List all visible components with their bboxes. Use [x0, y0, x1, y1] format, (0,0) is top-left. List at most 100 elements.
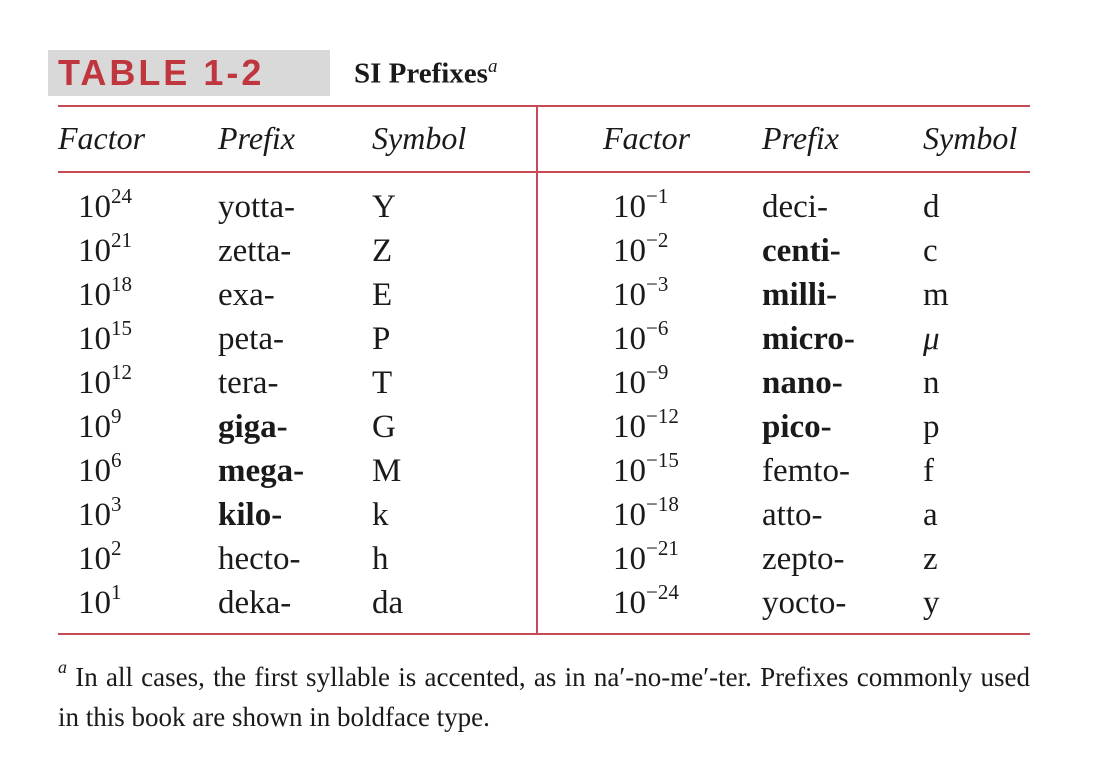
factor-base: 10: [78, 277, 111, 313]
symbol-cell: G: [372, 409, 396, 445]
factor-exponent: −18: [646, 492, 679, 516]
factor-exponent: 21: [111, 228, 132, 252]
factor-cell: 10−21: [613, 536, 679, 583]
factor-exponent: 2: [111, 536, 122, 560]
prefix-cell: kilo-: [218, 497, 283, 533]
factor-cell: 1012: [78, 360, 132, 407]
factor-exponent: 1: [111, 580, 122, 604]
symbol-cell: P: [372, 321, 391, 357]
prefix-cell: nano-: [762, 365, 843, 401]
prefix-cell: tera-: [218, 365, 279, 401]
factor-exponent: 18: [111, 272, 132, 296]
factor-cell: 106: [78, 448, 132, 495]
column-divider: [536, 105, 538, 635]
factor-base: 10: [78, 365, 111, 401]
factor-base: 10: [613, 189, 646, 225]
table-number: TABLE 1-2: [58, 52, 265, 93]
left-prefix-column: yotta-zetta-exa-peta-tera-giga-mega-kilo…: [218, 187, 304, 627]
symbol-cell: k: [372, 497, 389, 533]
factor-cell: 10−15: [613, 448, 679, 495]
factor-exponent: −21: [646, 536, 679, 560]
symbol-cell: d: [923, 189, 940, 225]
right-factor-column: 10−1 10−2 10−3 10−6 10−9 10−12 10−15 10−18 10−21…: [613, 184, 679, 627]
symbol-cell: E: [372, 277, 393, 313]
table-caption: SI Prefixesa: [354, 56, 497, 91]
factor-cell: 1024: [78, 184, 132, 231]
factor-cell: 109: [78, 404, 132, 451]
header-symbol-left: Symbol: [372, 120, 467, 156]
factor-base: 10: [613, 497, 646, 533]
symbol-cell: Y: [372, 189, 396, 225]
factor-exponent: 9: [111, 404, 122, 428]
prefix-cell: yocto-: [762, 585, 847, 621]
factor-base: 10: [78, 321, 111, 357]
factor-base: 10: [613, 233, 646, 269]
footnote-text: In all cases, the first syllable is acce…: [58, 662, 1030, 732]
factor-base: 10: [613, 585, 646, 621]
factor-cell: 10−6: [613, 316, 679, 363]
symbol-cell: M: [372, 453, 402, 489]
prefix-cell: zepto-: [762, 541, 845, 577]
prefix-cell: zetta-: [218, 233, 292, 269]
factor-cell: 1018: [78, 272, 132, 319]
table-footnote: a In all cases, the first syllable is ac…: [58, 650, 1030, 737]
factor-base: 10: [78, 189, 111, 225]
factor-exponent: −6: [646, 316, 669, 340]
prefix-cell: milli-: [762, 277, 838, 313]
factor-exponent: −1: [646, 184, 669, 208]
symbol-cell: f: [923, 453, 934, 489]
factor-base: 10: [78, 585, 111, 621]
factor-base: 10: [613, 453, 646, 489]
prefix-cell: pico-: [762, 409, 832, 445]
header-factor-left: Factor: [58, 120, 146, 156]
factor-exponent: −12: [646, 404, 679, 428]
factor-cell: 10−24: [613, 580, 679, 627]
factor-cell: 10−12: [613, 404, 679, 451]
factor-base: 10: [613, 321, 646, 357]
prefix-cell: femto-: [762, 453, 850, 489]
bottom-rule: [58, 633, 1030, 635]
header-rule: [58, 171, 1030, 173]
factor-cell: 101: [78, 580, 132, 627]
symbol-cell: a: [923, 497, 938, 533]
prefix-cell: mega-: [218, 453, 305, 489]
factor-cell: 102: [78, 536, 132, 583]
factor-base: 10: [613, 541, 646, 577]
prefix-cell: giga-: [218, 409, 288, 445]
factor-base: 10: [613, 409, 646, 445]
factor-exponent: 15: [111, 316, 132, 340]
factor-exponent: 6: [111, 448, 122, 472]
right-symbol-column: dcmμnpfazy: [923, 187, 949, 627]
header-prefix-right: Prefix: [762, 120, 839, 156]
prefix-cell: deci-: [762, 189, 828, 225]
factor-cell: 10−18: [613, 492, 679, 539]
factor-base: 10: [78, 233, 111, 269]
factor-cell: 1021: [78, 228, 132, 275]
factor-cell: 10−3: [613, 272, 679, 319]
factor-cell: 10−9: [613, 360, 679, 407]
factor-exponent: 24: [111, 184, 132, 208]
prefix-cell: yotta-: [218, 189, 295, 225]
factor-base: 10: [78, 409, 111, 445]
factor-cell: 1015: [78, 316, 132, 363]
symbol-cell: da: [372, 585, 404, 621]
title-footnote-marker: a: [487, 56, 498, 77]
factor-exponent: −9: [646, 360, 669, 384]
factor-base: 10: [78, 497, 111, 533]
symbol-cell: μ: [923, 321, 940, 357]
left-factor-column: 1024 1021 1018 1015 1012 109 106 103 102 101: [78, 184, 132, 627]
symbol-cell: y: [923, 585, 940, 621]
symbol-cell: Z: [372, 233, 393, 269]
header-prefix-left: Prefix: [218, 120, 295, 156]
symbol-cell: n: [923, 365, 940, 401]
prefix-cell: exa-: [218, 277, 275, 313]
table-caption-text: SI Prefixes: [354, 57, 488, 90]
top-rule: [58, 105, 1030, 107]
factor-cell: 10−2: [613, 228, 679, 275]
factor-exponent: 12: [111, 360, 132, 384]
factor-exponent: −2: [646, 228, 669, 252]
header-symbol-right: Symbol: [923, 120, 1018, 156]
symbol-cell: m: [923, 277, 949, 313]
factor-base: 10: [613, 277, 646, 313]
header-factor-right: Factor: [603, 120, 691, 156]
